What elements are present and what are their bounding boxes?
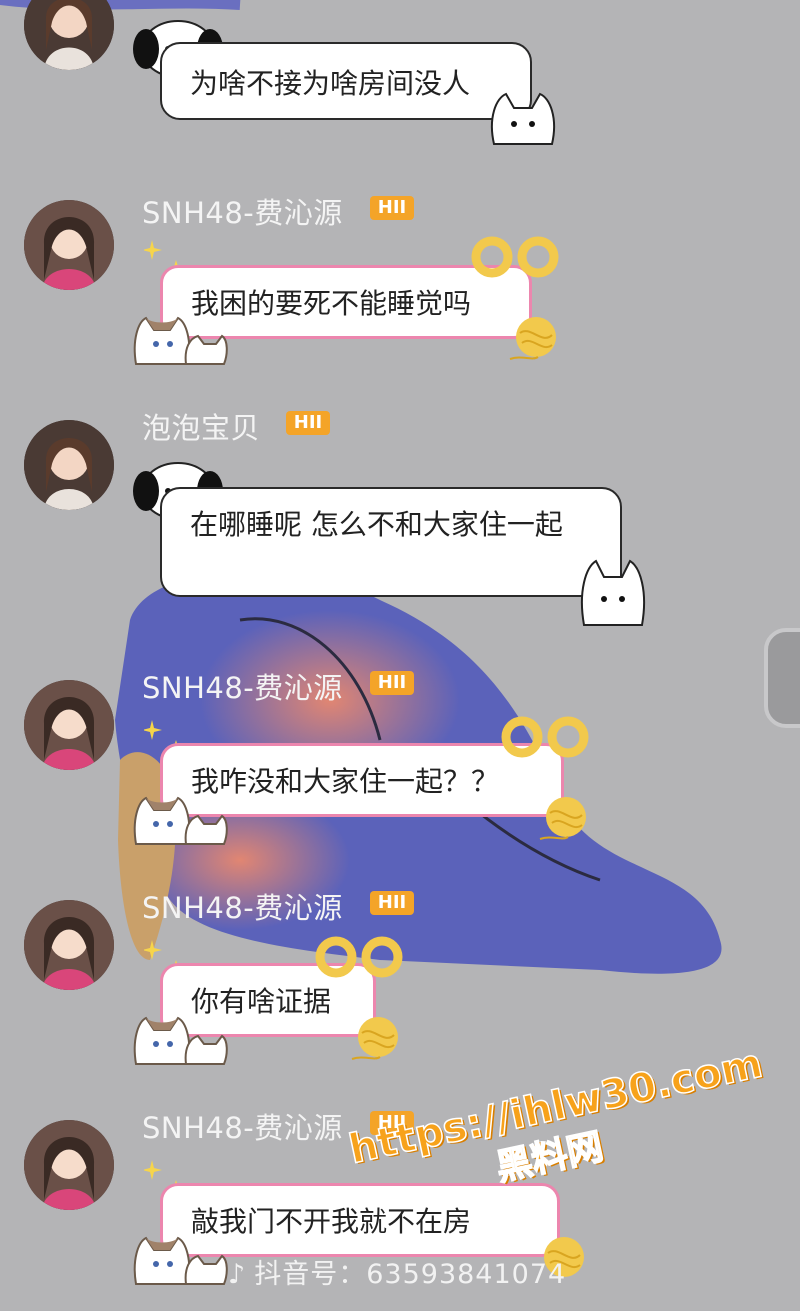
message-bubble[interactable]: 为啥不接为啥房间没人 [160, 42, 532, 120]
level-badge: HII [370, 891, 414, 915]
side-scroll-handle[interactable] [764, 628, 800, 728]
message-bubble[interactable]: 我困的要死不能睡觉吗 [160, 265, 532, 339]
avatar[interactable] [24, 900, 114, 990]
message-text: 敲我门不开我就不在房 [191, 1205, 472, 1238]
level-badge: HII [286, 411, 330, 435]
douyin-logo-icon: ♪ [228, 1259, 247, 1290]
message-text: 在哪睡呢 怎么不和大家住一起 [190, 508, 563, 541]
avatar[interactable] [24, 0, 114, 70]
avatar[interactable] [24, 200, 114, 290]
message-text: 你有啥证据 [191, 985, 332, 1018]
message-bubble[interactable]: 你有啥证据 [160, 963, 376, 1037]
username[interactable]: SNH48-费沁源 [142, 665, 343, 707]
level-badge: HII [370, 196, 414, 220]
level-badge: HII [370, 671, 414, 695]
username[interactable]: SNH48-费沁源 [142, 190, 343, 232]
avatar[interactable] [24, 680, 114, 770]
avatar[interactable] [24, 420, 114, 510]
avatar[interactable] [24, 1120, 114, 1210]
username[interactable]: SNH48-费沁源 [142, 885, 343, 927]
username[interactable]: 泡泡宝贝 [142, 405, 260, 447]
message-bubble[interactable]: 在哪睡呢 怎么不和大家住一起 [160, 487, 622, 597]
message-text: 我咋没和大家住一起？？ [191, 765, 500, 798]
username[interactable]: SNH48-费沁源 [142, 1105, 343, 1147]
douyin-id: 抖音号：63593841074 [254, 1259, 567, 1290]
douyin-id-footer: ♪ 抖音号：63593841074 [228, 1252, 566, 1291]
message-bubble[interactable]: 我咋没和大家住一起？？ [160, 743, 564, 817]
message-text: 我困的要死不能睡觉吗 [191, 287, 472, 320]
message-text: 为啥不接为啥房间没人 [190, 67, 471, 100]
watermark: https://ihlw30.com 黑料网 [344, 1040, 776, 1219]
